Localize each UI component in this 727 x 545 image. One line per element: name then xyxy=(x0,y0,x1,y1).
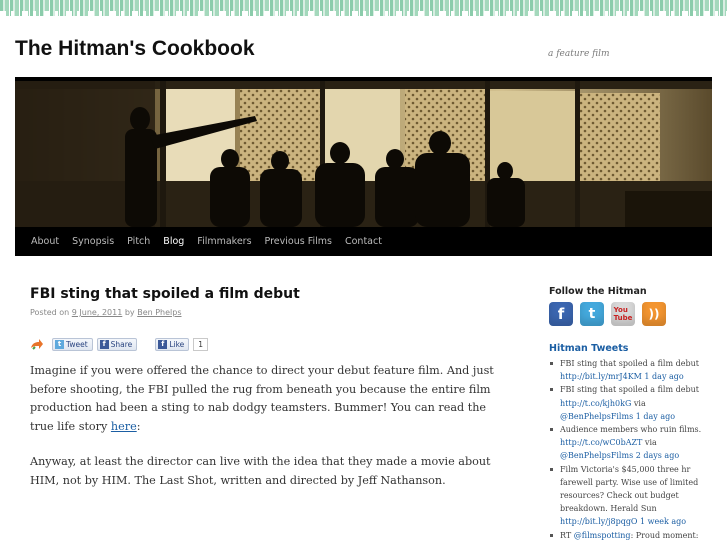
tweet-time[interactable]: 1 day ago xyxy=(642,372,683,381)
nav-item-contact[interactable]: Contact xyxy=(345,236,382,247)
site-description: a feature film xyxy=(548,49,610,59)
post-meta-by: by xyxy=(124,308,135,317)
tweets-list: FBI sting that spoiled a film debut http… xyxy=(549,357,721,542)
tweet-text-tail: : Proud moment: xyxy=(630,530,699,540)
like-button-label: Like xyxy=(169,339,185,349)
social-icons: f t You Tube )) xyxy=(549,302,673,326)
tweet-button[interactable]: t Tweet xyxy=(52,337,93,351)
post-content: Imagine if you were offered the chance t… xyxy=(30,362,495,507)
tweet-text: Audience members who ruin films. xyxy=(560,425,702,435)
tweet-via: via xyxy=(642,438,657,448)
tweet-link[interactable]: http://bit.ly/j8pqgO xyxy=(560,517,638,526)
tweets-widget-title[interactable]: Hitman Tweets xyxy=(549,343,628,354)
post-title[interactable]: FBI sting that spoiled a film debut xyxy=(30,286,300,302)
post-date-link[interactable]: 9 June, 2011 xyxy=(72,308,123,317)
nav-item-blog[interactable]: Blog xyxy=(163,236,184,247)
nav-item-filmmakers[interactable]: Filmmakers xyxy=(197,236,251,247)
share-toolbar: t Tweet f Share f Like 1 xyxy=(30,337,209,351)
tweet-via: via xyxy=(631,398,646,408)
main-navigation: About Synopsis Pitch Blog Filmmakers Pre… xyxy=(15,227,712,256)
post-paragraph-1-end: : xyxy=(136,419,141,433)
tweet-time[interactable]: 1 week ago xyxy=(638,517,686,526)
tweet-item: Audience members who ruin films. http://… xyxy=(549,423,721,463)
youtube-icon[interactable]: You Tube xyxy=(611,302,635,326)
tweet-time[interactable]: 1 day ago xyxy=(633,412,675,421)
like-count: 1 xyxy=(193,337,209,351)
header-image xyxy=(15,77,712,227)
tweet-item: FBI sting that spoiled a film debut http… xyxy=(549,357,721,383)
tweet-link[interactable]: http://t.co/kjh0kG xyxy=(560,399,631,408)
post-meta: Posted on 9 June, 2011 by Ben Phelps xyxy=(30,308,182,317)
share-button-label: Share xyxy=(110,339,133,349)
top-decorative-stripe xyxy=(0,0,727,16)
nav-item-pitch[interactable]: Pitch xyxy=(127,236,150,247)
tweet-button-label: Tweet xyxy=(66,339,88,349)
post-paragraph-1: Imagine if you were offered the chance t… xyxy=(30,362,495,436)
post-paragraph-2: Anyway, at least the director can live w… xyxy=(30,455,491,487)
nav-item-previous-films[interactable]: Previous Films xyxy=(265,236,332,247)
facebook-like-button[interactable]: f Like xyxy=(155,337,190,351)
facebook-icon[interactable]: f xyxy=(549,302,573,326)
tweet-text: FBI sting that spoiled a film debut xyxy=(560,359,699,368)
facebook-share-button[interactable]: f Share xyxy=(96,337,138,351)
tweet-item: RT @filmspotting: Proud moment: xyxy=(549,529,721,542)
tweet-item: FBI sting that spoiled a film debut http… xyxy=(549,383,721,423)
facebook-like-icon: f xyxy=(158,339,168,349)
share-arrow-icon[interactable] xyxy=(30,338,44,350)
tweet-mention[interactable]: @filmspotting xyxy=(574,531,631,540)
tweet-item: Film Victoria's $45,000 three hr farewel… xyxy=(549,463,721,529)
post-author-link[interactable]: Ben Phelps xyxy=(137,308,181,317)
twitter-bird-icon: t xyxy=(55,339,64,349)
twitter-icon[interactable]: t xyxy=(580,302,604,326)
tweet-link[interactable]: http://t.co/wC0bAZT xyxy=(560,438,642,447)
tweet-text: RT xyxy=(560,530,574,540)
tweet-text: Film Victoria's $45,000 three hr farewel… xyxy=(560,464,699,514)
tweet-mention[interactable]: @BenPhelpsFilms xyxy=(560,451,633,460)
post-meta-prefix: Posted on xyxy=(30,308,70,317)
tweet-mention[interactable]: @BenPhelpsFilms xyxy=(560,412,633,421)
nav-item-synopsis[interactable]: Synopsis xyxy=(72,236,114,247)
rss-icon[interactable]: )) xyxy=(642,302,666,326)
site-title[interactable]: The Hitman's Cookbook xyxy=(15,37,255,61)
tweet-text: FBI sting that spoiled a film debut xyxy=(560,385,699,395)
here-link[interactable]: here xyxy=(111,420,137,433)
follow-widget-title: Follow the Hitman xyxy=(549,286,647,297)
facebook-icon: f xyxy=(99,339,109,349)
post-paragraph-1-text: Imagine if you were offered the chance t… xyxy=(30,364,494,433)
tweet-link[interactable]: http://bit.ly/mrJ4KM xyxy=(560,372,642,381)
tweet-time[interactable]: 2 days ago xyxy=(633,451,679,460)
nav-item-about[interactable]: About xyxy=(31,236,59,247)
